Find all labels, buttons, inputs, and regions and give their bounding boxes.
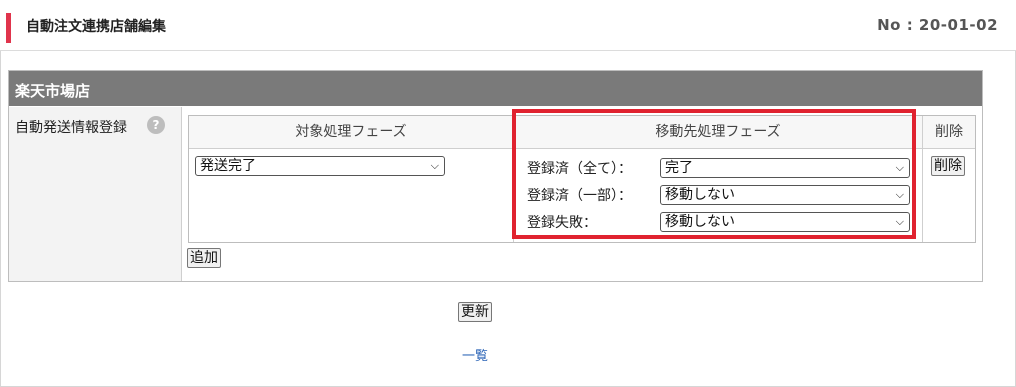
- page-title: 自動注文連携店舗編集: [26, 19, 166, 35]
- delete-button[interactable]: 削除: [931, 156, 965, 176]
- add-button[interactable]: 追加: [187, 248, 221, 268]
- phase-table: 対象処理フェーズ 移動先処理フェーズ 削除 発送完了 ⌵ 登録済（全て）： 完了…: [188, 115, 976, 243]
- move-row-label-partial: 登録済（一部）：: [527, 188, 632, 204]
- move-phase-select-partial-value: 移動しない: [665, 187, 735, 203]
- auto-shipping-label-cell: 自動発送情報登録 ?: [9, 107, 182, 281]
- page-header: 自動注文連携店舗編集 No : 20-01-02: [0, 0, 1016, 51]
- delete-header: 削除: [923, 116, 975, 149]
- update-button[interactable]: 更新: [458, 302, 492, 322]
- help-icon[interactable]: ?: [147, 116, 165, 134]
- move-phase-select-all-value: 完了: [665, 160, 693, 176]
- move-phase-select-failed-value: 移動しない: [665, 214, 735, 230]
- chevron-down-icon: ⌵: [895, 188, 904, 201]
- move-phase-header: 移動先処理フェーズ: [514, 116, 923, 149]
- move-phase-select-failed[interactable]: 移動しない ⌵: [660, 212, 910, 232]
- store-panel-header: 楽天市場店: [9, 71, 982, 106]
- target-phase-select[interactable]: 発送完了 ⌵: [195, 156, 445, 176]
- move-phase-select-partial[interactable]: 移動しない ⌵: [660, 185, 910, 205]
- move-row-label-all: 登録済（全て）：: [527, 161, 632, 177]
- list-link[interactable]: 一覧: [462, 345, 488, 364]
- target-phase-select-value: 発送完了: [200, 158, 256, 174]
- move-phase-cell: 登録済（全て）： 完了 ⌵ 登録済（一部）： 移動しない ⌵ 登録失敗： 移動し…: [514, 149, 923, 242]
- store-panel: 楽天市場店 自動発送情報登録 ? 対象処理フェーズ 移動先処理フェーズ 削除 発…: [8, 70, 983, 282]
- target-phase-header: 対象処理フェーズ: [189, 116, 514, 149]
- header-accent-bar: [6, 13, 11, 43]
- move-row-label-failed: 登録失敗：: [527, 215, 597, 231]
- chevron-down-icon: ⌵: [430, 159, 439, 172]
- store-name: 楽天市場店: [15, 82, 91, 100]
- record-number: No : 20-01-02: [877, 16, 998, 34]
- auto-shipping-label: 自動発送情報登録: [15, 120, 127, 136]
- chevron-down-icon: ⌵: [895, 161, 904, 174]
- chevron-down-icon: ⌵: [895, 215, 904, 228]
- delete-cell: 削除: [923, 149, 975, 242]
- target-phase-cell: 発送完了 ⌵: [189, 149, 514, 242]
- move-phase-select-all[interactable]: 完了 ⌵: [660, 158, 910, 178]
